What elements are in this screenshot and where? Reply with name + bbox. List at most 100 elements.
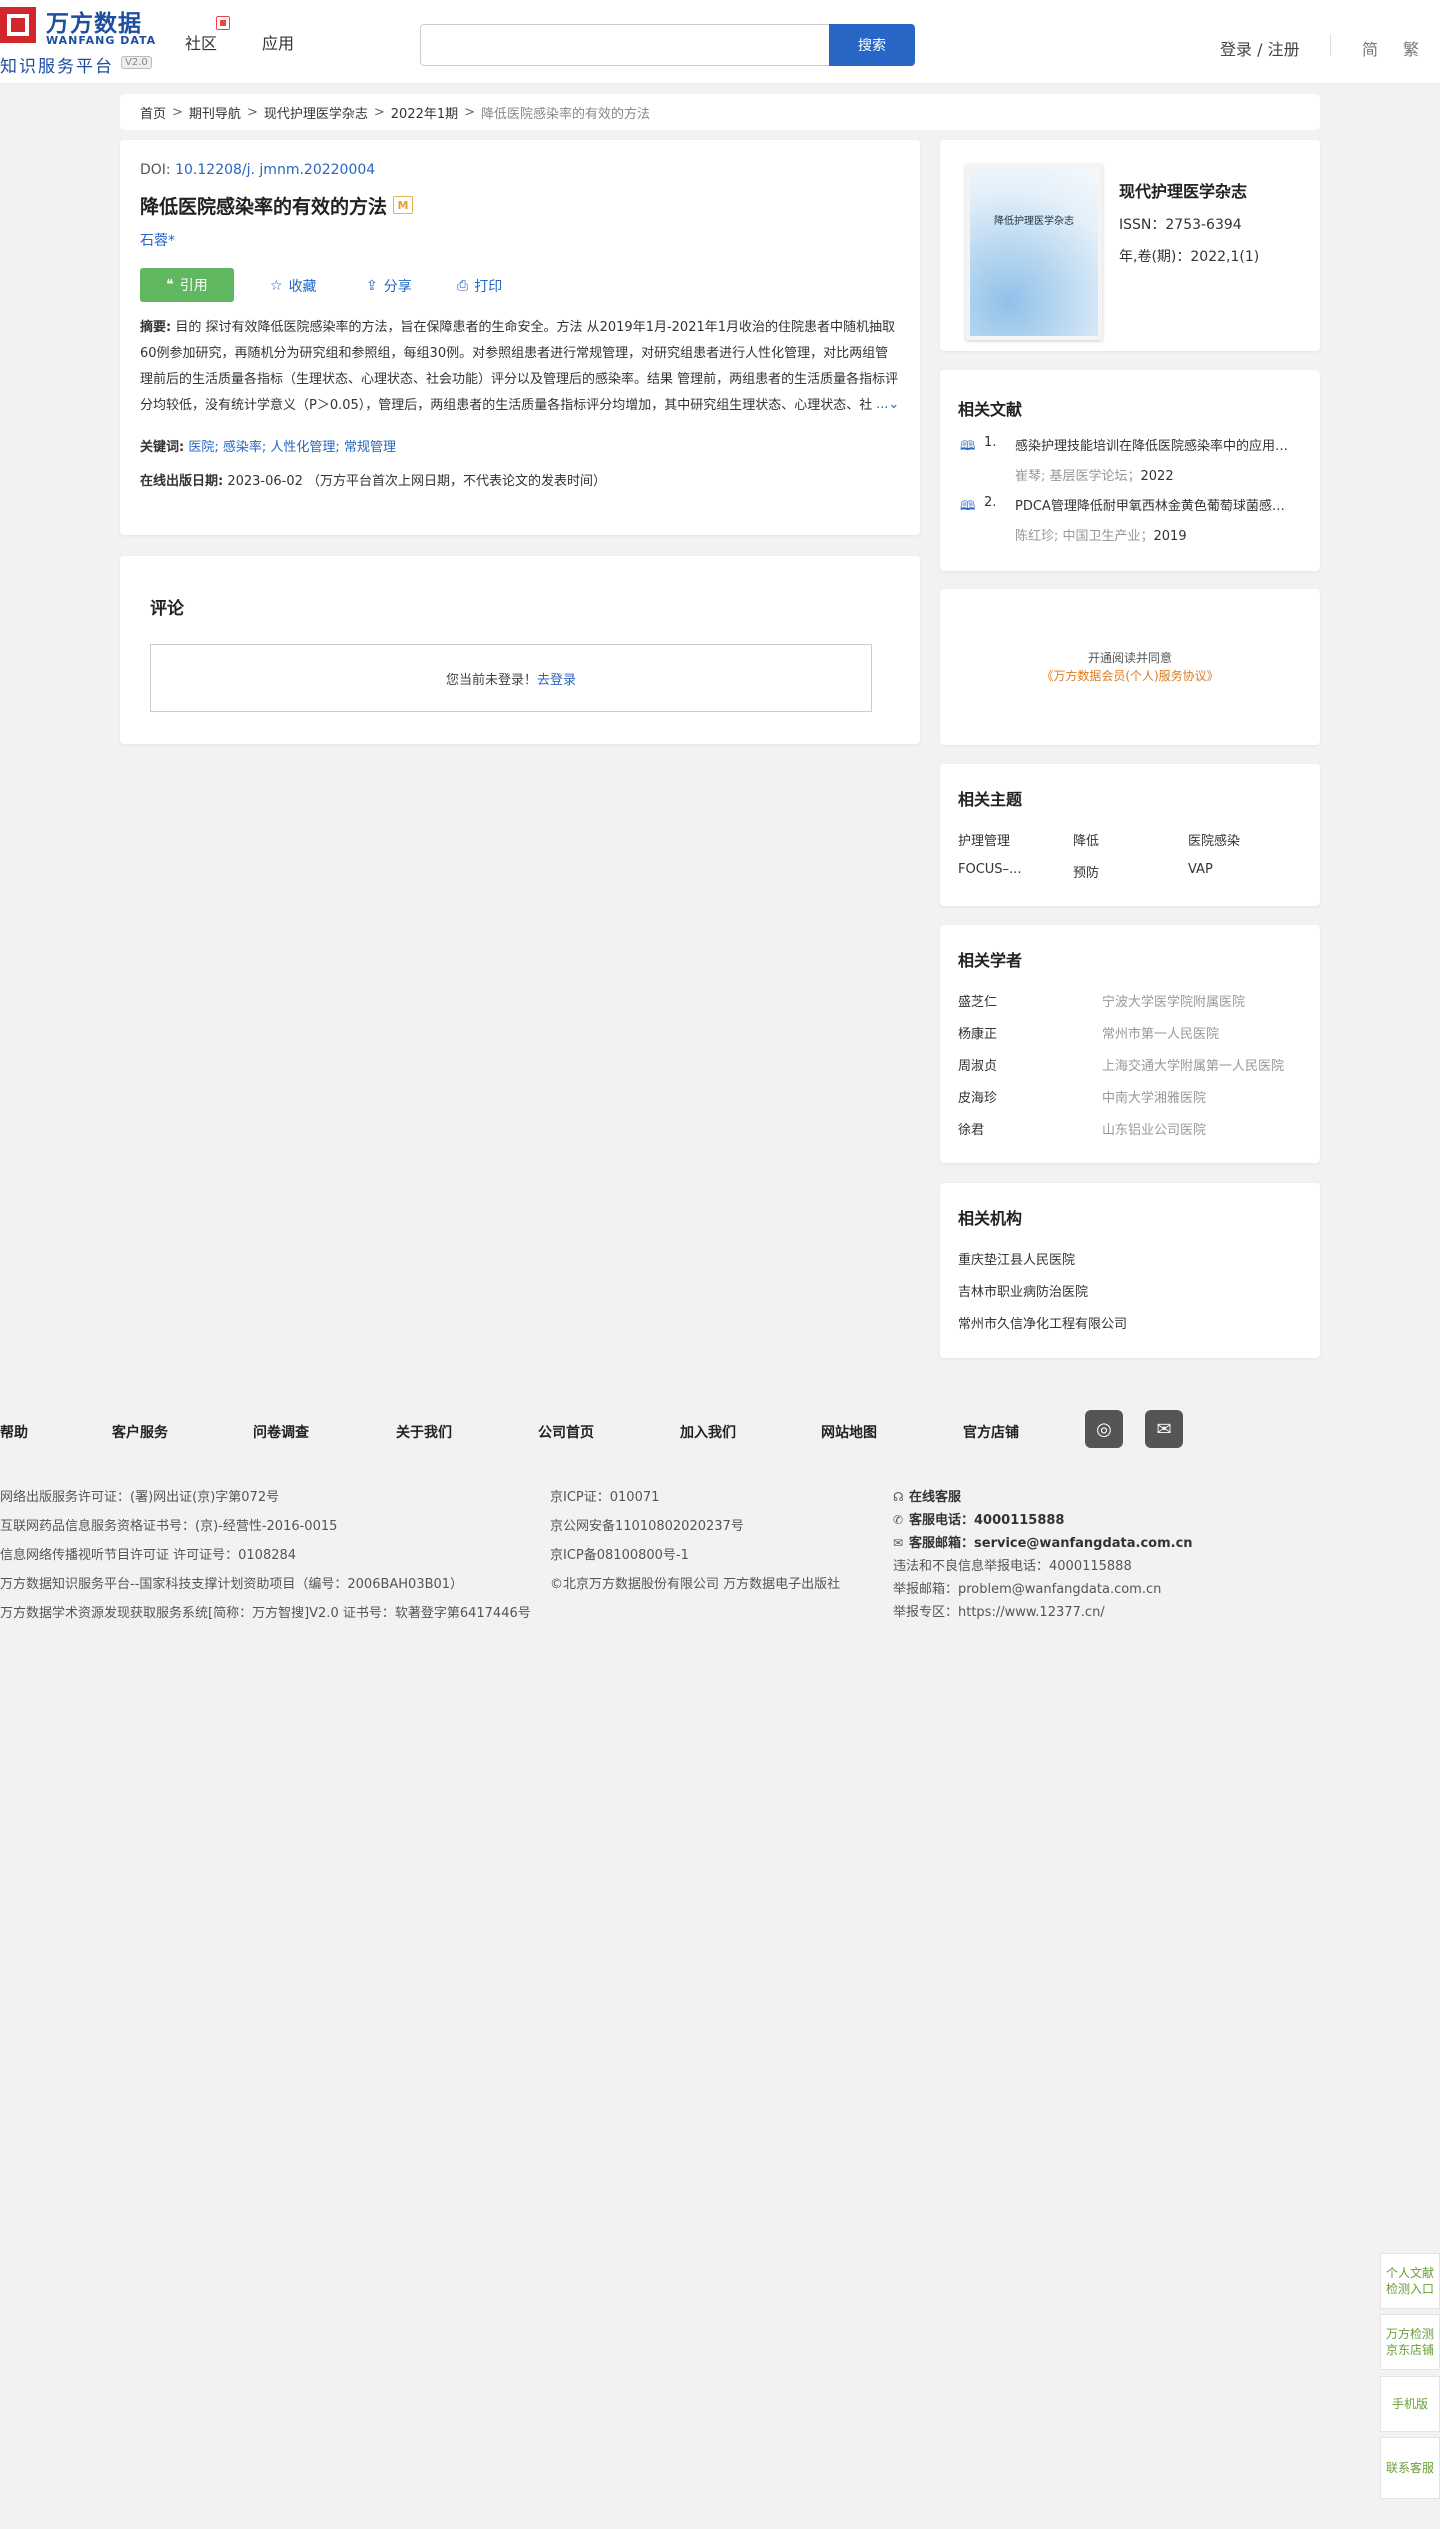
mail-icon: ✉ [893, 1536, 904, 1550]
cover-title: 降低护理医学杂志 [994, 216, 1074, 227]
service-email: ✉ 客服邮箱：service@wanfangdata.com.cn [893, 1536, 1193, 1551]
service-phone: ✆ 客服电话：4000115888 [893, 1513, 1065, 1528]
star-icon: ☆ [270, 278, 283, 294]
search-input[interactable] [420, 24, 830, 66]
topic-link[interactable]: 预防 [1073, 862, 1099, 881]
journal-volume: 年,卷(期)：2022,1(1) [1119, 249, 1260, 265]
topic-link[interactable]: 医院感染 [1188, 830, 1240, 849]
report-email: 举报邮箱：problem@wanfangdata.com.cn [893, 1582, 1162, 1597]
footer-license: 互联网药品信息服务资格证书号：(京)-经营性-2016-0015 [0, 1519, 338, 1534]
print-button[interactable]: ⎙ 打印 [457, 276, 502, 296]
float-literature-check[interactable]: 个人文献检测入口 [1380, 2253, 1440, 2309]
footer-license: 信息网络传播视听节目许可证 许可证号：0108284 [0, 1548, 297, 1563]
float-contact-service[interactable]: 联系客服 [1380, 2437, 1440, 2499]
login-register-link[interactable]: 登录 / 注册 [1220, 36, 1300, 60]
abstract-ellipsis: ... [876, 397, 889, 412]
scholar-name[interactable]: 盛芝仁 [958, 991, 997, 1010]
share-label: 分享 [383, 279, 412, 295]
logo-mark[interactable] [0, 7, 36, 43]
footer-icp: 京公网安备11010802020237号 [550, 1519, 744, 1534]
comment-card: 评论 您当前未登录！ 去登录 [120, 556, 920, 744]
scholar-name[interactable]: 徐君 [958, 1119, 984, 1138]
cite-label: 引用 [179, 278, 208, 294]
keyword-link[interactable]: 人性化管理; [270, 440, 339, 455]
footer-link-store[interactable]: 官方店铺 [963, 1422, 1019, 1442]
journal-cover[interactable]: 降低护理医学杂志 [966, 164, 1102, 340]
cite-button[interactable]: ❝ 引用 [140, 268, 234, 302]
author-link[interactable]: 石蓉* [140, 230, 175, 250]
scholar-org[interactable]: 山东铝业公司医院 [1102, 1119, 1206, 1138]
scholar-name[interactable]: 皮海珍 [958, 1087, 997, 1106]
header: 万方数据 WANFANG DATA 知识服务平台 V2.0 社区 应用 搜索 登… [0, 0, 1440, 84]
related-doc-title[interactable]: 感染护理技能培训在降低医院感染率中的应用研究 [1015, 435, 1295, 454]
search-button[interactable]: 搜索 [829, 24, 915, 66]
journal-name[interactable]: 现代护理医学杂志 [1119, 178, 1247, 202]
keyword-link[interactable]: 常规管理 [344, 440, 396, 455]
community-badge-icon [216, 16, 230, 30]
membership-agreement-link[interactable]: 《万方数据会员(个人)服务协议》 [940, 667, 1320, 684]
pubdate-value: 2023-06-02 （万方平台首次上网日期，不代表论文的发表时间） [227, 474, 607, 489]
membership-prompt: 开通阅读并同意 [1087, 651, 1172, 665]
logo-english: WANFANG DATA [46, 34, 157, 47]
breadcrumb-home[interactable]: 首页 [140, 103, 166, 122]
chevron-down-icon: ⌄ [888, 397, 900, 412]
comment-title: 评论 [150, 599, 184, 619]
related-institutions-card: 相关机构 重庆垫江县人民医院 吉林市职业病防治医院 常州市久信净化工程有限公司 [940, 1183, 1320, 1358]
float-jd-store[interactable]: 万方检测京东店铺 [1380, 2314, 1440, 2370]
version-badge: V2.0 [121, 56, 152, 69]
breadcrumb-issue[interactable]: 2022年1期 [391, 103, 458, 122]
footer-link-sitemap[interactable]: 网站地图 [821, 1422, 877, 1442]
scholar-name[interactable]: 杨康正 [958, 1023, 997, 1042]
keyword-link[interactable]: 感染率; [223, 440, 266, 455]
share-button[interactable]: ⇪ 分享 [366, 276, 412, 296]
breadcrumb-journal[interactable]: 现代护理医学杂志 [264, 103, 368, 122]
membership-card: 开通阅读并同意 《万方数据会员(个人)服务协议》 [940, 589, 1320, 745]
footer-link-help[interactable]: 帮助 [0, 1422, 28, 1442]
footer-link-company[interactable]: 公司首页 [538, 1422, 594, 1442]
scholar-org[interactable]: 宁波大学医学院附属医院 [1102, 991, 1245, 1010]
comment-login-link[interactable]: 去登录 [537, 669, 576, 688]
topic-link[interactable]: 降低 [1073, 830, 1099, 849]
scholar-org[interactable]: 上海交通大学附属第一人民医院 [1102, 1055, 1284, 1074]
scholar-org[interactable]: 常州市第一人民医院 [1102, 1023, 1219, 1042]
breadcrumb-separator: > [464, 104, 476, 120]
nav-apps[interactable]: 应用 [262, 30, 294, 54]
footer-link-customer-service[interactable]: 客户服务 [112, 1422, 168, 1442]
footer-copyright: ©北京万方数据股份有限公司 万方数据电子出版社 [550, 1577, 841, 1592]
topic-link[interactable]: 护理管理 [958, 830, 1010, 849]
topic-link[interactable]: FOCUS–... [958, 862, 1021, 877]
institution-link[interactable]: 重庆垫江县人民医院 [958, 1249, 1075, 1268]
keyword-link[interactable]: 医院; [188, 440, 218, 455]
scholar-name[interactable]: 周淑贞 [958, 1055, 997, 1074]
nav-community[interactable]: 社区 [185, 30, 217, 54]
report-zone[interactable]: 举报专区：https://www.12377.cn/ [893, 1601, 1105, 1620]
logo-text[interactable]: 万方数据 [46, 4, 142, 38]
wechat-icon[interactable]: ✉ [1145, 1410, 1183, 1448]
float-mobile[interactable]: 手机版 [1380, 2376, 1440, 2432]
weibo-icon[interactable]: ◎ [1085, 1410, 1123, 1448]
breadcrumb-separator: > [172, 104, 183, 120]
footer: 帮助 客户服务 问卷调查 关于我们 公司首页 加入我们 网站地图 官方店铺 ◎ … [0, 1360, 1440, 1645]
breadcrumb: 首页 > 期刊导航 > 现代护理医学杂志 > 2022年1期 > 降低医院感染率… [120, 94, 1320, 130]
scholar-org[interactable]: 中南大学湘雅医院 [1102, 1087, 1206, 1106]
related-doc-title[interactable]: PDCA管理降低耐甲氧西林金黄色葡萄球菌感染率 [1015, 495, 1295, 514]
institution-link[interactable]: 吉林市职业病防治医院 [958, 1281, 1088, 1300]
lang-traditional[interactable]: 繁 [1403, 36, 1419, 60]
expand-abstract-button[interactable]: ...⌄ [872, 397, 900, 412]
lang-simplified[interactable]: 简 [1362, 36, 1378, 60]
institution-link[interactable]: 常州市久信净化工程有限公司 [958, 1313, 1127, 1332]
favorite-button[interactable]: ☆ 收藏 [270, 276, 317, 296]
related-doc-authors: 陈红珍; 中国卫生产业； [1015, 529, 1154, 544]
online-service[interactable]: ☊ 在线客服 [893, 1486, 961, 1505]
related-topics-title: 相关主题 [958, 790, 1023, 809]
footer-link-about[interactable]: 关于我们 [396, 1422, 452, 1442]
topic-link[interactable]: VAP [1188, 862, 1213, 877]
footer-link-survey[interactable]: 问卷调查 [253, 1422, 309, 1442]
doi-link[interactable]: 10.12208/j. jmnm.20220004 [175, 162, 375, 178]
breadcrumb-journal-nav[interactable]: 期刊导航 [189, 103, 241, 122]
abstract-label: 摘要: [140, 320, 172, 335]
related-docs-card: 相关文献 🕮 1. 感染护理技能培训在降低医院感染率中的应用研究 崔琴; 基层医… [940, 370, 1320, 571]
footer-link-join[interactable]: 加入我们 [680, 1422, 736, 1442]
pubdate-label: 在线出版日期: [140, 474, 224, 489]
doi-label: DOI: [140, 162, 171, 178]
